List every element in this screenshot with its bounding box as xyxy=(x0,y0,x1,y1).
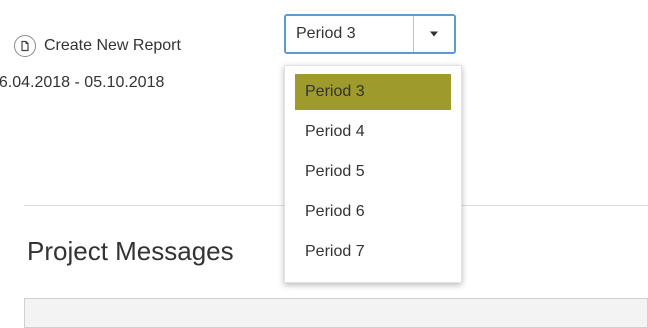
period-option[interactable]: Period 7 xyxy=(295,232,451,272)
period-option[interactable]: Period 4 xyxy=(295,112,451,152)
create-new-report-button[interactable]: Create New Report xyxy=(14,34,181,58)
create-new-report-label: Create New Report xyxy=(44,37,181,54)
project-messages-panel xyxy=(24,298,648,328)
period-option[interactable]: Period 6 xyxy=(295,192,451,232)
date-range: 06.04.2018 - 05.10.2018 xyxy=(0,74,165,91)
period-option[interactable]: Period 3 xyxy=(295,74,451,110)
report-document-icon xyxy=(14,35,36,57)
period-select[interactable]: Period 3 xyxy=(284,14,456,54)
period-dropdown-list[interactable]: Period 3 Period 4 Period 5 Period 6 Peri… xyxy=(284,65,462,283)
caret-down-icon xyxy=(430,31,438,37)
period-select-value: Period 3 xyxy=(296,25,356,42)
period-option[interactable]: Period 5 xyxy=(295,152,451,192)
project-messages-title: Project Messages xyxy=(27,236,234,266)
period-select-toggle[interactable] xyxy=(413,16,454,52)
